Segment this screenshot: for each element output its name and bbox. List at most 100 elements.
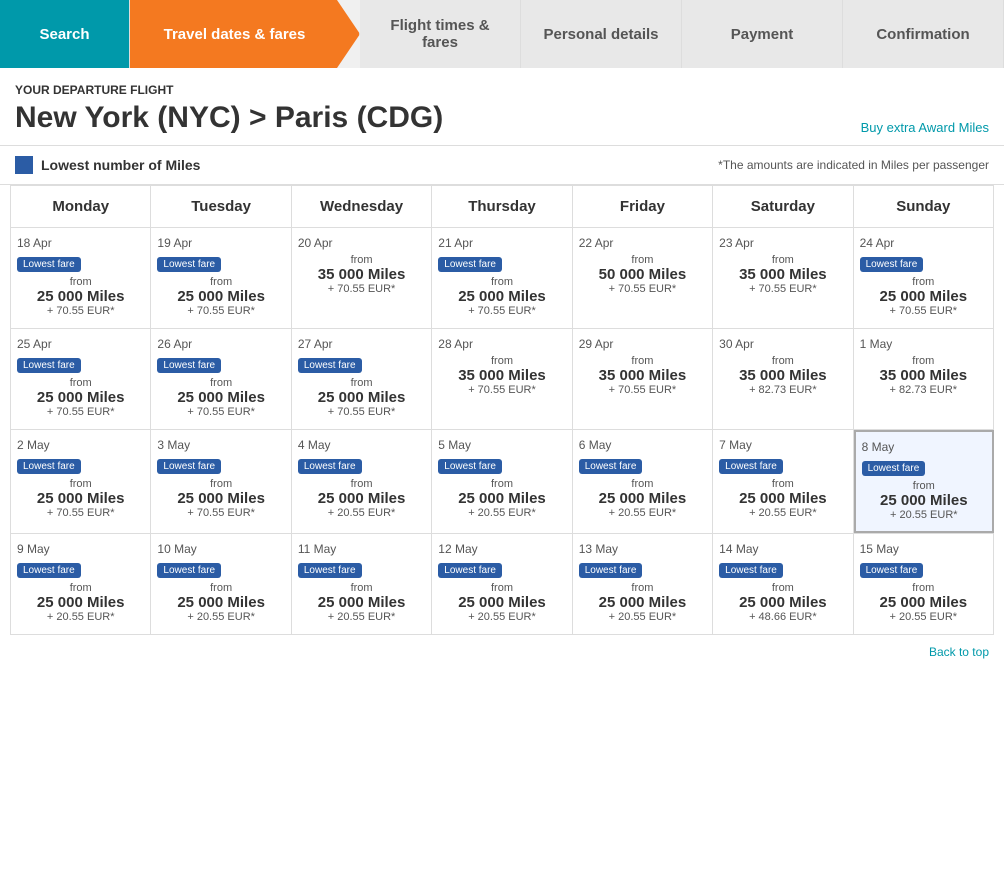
from-label: from	[17, 478, 144, 490]
calendar-row: 2 MayLowest farefrom25 000 Miles+ 70.55 …	[10, 430, 994, 534]
fare-badge: Lowest fare	[157, 358, 221, 373]
fare-badge: Lowest fare	[17, 257, 81, 272]
tab-confirmation[interactable]: Confirmation	[843, 0, 1004, 68]
from-label: from	[17, 582, 144, 594]
miles-value: 25 000 Miles	[157, 389, 284, 406]
tab-personal-label: Personal details	[543, 26, 658, 43]
day-header-friday: Friday	[573, 185, 713, 228]
eur-value: + 70.55 EUR*	[157, 507, 284, 519]
eur-value: + 20.55 EUR*	[438, 611, 565, 623]
fare-badge: Lowest fare	[862, 461, 926, 476]
from-label: from	[719, 582, 846, 594]
calendar-cell[interactable]: 23 Aprfrom35 000 Miles+ 70.55 EUR*	[713, 228, 853, 328]
calendar-cell[interactable]: 21 AprLowest farefrom25 000 Miles+ 70.55…	[432, 228, 572, 328]
eur-value: + 70.55 EUR*	[860, 305, 987, 317]
fare-badge: Lowest fare	[719, 459, 783, 474]
miles-value: 25 000 Miles	[862, 492, 986, 509]
date-label: 8 May	[862, 440, 986, 454]
date-label: 15 May	[860, 542, 987, 556]
calendar-cell[interactable]: 3 MayLowest farefrom25 000 Miles+ 70.55 …	[151, 430, 291, 533]
from-label: from	[157, 276, 284, 288]
buy-extra-link[interactable]: Buy extra Award Miles	[861, 120, 989, 135]
calendar-cell[interactable]: 9 MayLowest farefrom25 000 Miles+ 20.55 …	[11, 534, 151, 634]
calendar-cell[interactable]: 30 Aprfrom35 000 Miles+ 82.73 EUR*	[713, 329, 853, 429]
date-label: 3 May	[157, 438, 284, 452]
calendar-cell[interactable]: 20 Aprfrom35 000 Miles+ 70.55 EUR*	[292, 228, 432, 328]
calendar-cell[interactable]: 4 MayLowest farefrom25 000 Miles+ 20.55 …	[292, 430, 432, 533]
origin-city: New York	[15, 101, 157, 134]
calendar-cell[interactable]: 15 MayLowest farefrom25 000 Miles+ 20.55…	[854, 534, 994, 634]
tab-personal[interactable]: Personal details	[521, 0, 682, 68]
miles-value: 25 000 Miles	[298, 490, 425, 507]
calendar-cell[interactable]: 1 Mayfrom35 000 Miles+ 82.73 EUR*	[854, 329, 994, 429]
calendar-cell[interactable]: 7 MayLowest farefrom25 000 Miles+ 20.55 …	[713, 430, 853, 533]
back-to-top-link[interactable]: Back to top	[929, 645, 989, 659]
fare-badge: Lowest fare	[860, 257, 924, 272]
calendar-cell[interactable]: 18 AprLowest farefrom25 000 Miles+ 70.55…	[11, 228, 151, 328]
calendar-cell[interactable]: 2 MayLowest farefrom25 000 Miles+ 70.55 …	[11, 430, 151, 533]
fare-badge: Lowest fare	[860, 563, 924, 578]
calendar-cell[interactable]: 12 MayLowest farefrom25 000 Miles+ 20.55…	[432, 534, 572, 634]
calendar-cell[interactable]: 6 MayLowest farefrom25 000 Miles+ 20.55 …	[573, 430, 713, 533]
eur-value: + 20.55 EUR*	[298, 611, 425, 623]
from-label: from	[579, 254, 706, 266]
calendar-cell[interactable]: 25 AprLowest farefrom25 000 Miles+ 70.55…	[11, 329, 151, 429]
tab-payment[interactable]: Payment	[682, 0, 843, 68]
from-label: from	[860, 582, 987, 594]
calendar-cell[interactable]: 13 MayLowest farefrom25 000 Miles+ 20.55…	[573, 534, 713, 634]
from-label: from	[298, 254, 425, 266]
day-header-saturday: Saturday	[713, 185, 853, 228]
date-label: 29 Apr	[579, 337, 706, 351]
eur-value: + 70.55 EUR*	[157, 305, 284, 317]
from-label: from	[298, 478, 425, 490]
calendar-cell[interactable]: 24 AprLowest farefrom25 000 Miles+ 70.55…	[854, 228, 994, 328]
eur-value: + 20.55 EUR*	[579, 507, 706, 519]
nav-tabs: Search Travel dates & fares Flight times…	[0, 0, 1004, 68]
miles-value: 35 000 Miles	[579, 367, 706, 384]
calendar-cell[interactable]: 10 MayLowest farefrom25 000 Miles+ 20.55…	[151, 534, 291, 634]
miles-value: 25 000 Miles	[17, 288, 144, 305]
calendar-cell[interactable]: 19 AprLowest farefrom25 000 Miles+ 70.55…	[151, 228, 291, 328]
miles-value: 25 000 Miles	[719, 594, 846, 611]
eur-value: + 20.55 EUR*	[17, 611, 144, 623]
eur-value: + 70.55 EUR*	[579, 384, 706, 396]
route-info: YOUR DEPARTURE FLIGHT New York (NYC) > P…	[15, 83, 443, 135]
day-header-thursday: Thursday	[432, 185, 572, 228]
lowest-miles-label: Lowest number of Miles	[41, 157, 200, 173]
calendar-cell[interactable]: 26 AprLowest farefrom25 000 Miles+ 70.55…	[151, 329, 291, 429]
calendar-cell[interactable]: 11 MayLowest farefrom25 000 Miles+ 20.55…	[292, 534, 432, 634]
miles-value: 35 000 Miles	[719, 367, 846, 384]
from-label: from	[579, 582, 706, 594]
tab-search[interactable]: Search	[0, 0, 130, 68]
date-label: 14 May	[719, 542, 846, 556]
miles-value: 35 000 Miles	[438, 367, 565, 384]
fare-badge: Lowest fare	[157, 459, 221, 474]
eur-value: + 20.55 EUR*	[862, 509, 986, 521]
legend-row: Lowest number of Miles *The amounts are …	[0, 146, 1004, 185]
fare-badge: Lowest fare	[157, 257, 221, 272]
fare-badge: Lowest fare	[298, 459, 362, 474]
tab-flight-times[interactable]: Flight times & fares	[360, 0, 521, 68]
fare-badge: Lowest fare	[438, 459, 502, 474]
calendar-cell[interactable]: 29 Aprfrom35 000 Miles+ 70.55 EUR*	[573, 329, 713, 429]
date-label: 1 May	[860, 337, 987, 351]
date-label: 7 May	[719, 438, 846, 452]
tab-travel-dates[interactable]: Travel dates & fares	[130, 0, 360, 68]
calendar-cell[interactable]: 14 MayLowest farefrom25 000 Miles+ 48.66…	[713, 534, 853, 634]
eur-value: + 70.55 EUR*	[17, 507, 144, 519]
calendar-cell[interactable]: 27 AprLowest farefrom25 000 Miles+ 70.55…	[292, 329, 432, 429]
calendar-cell[interactable]: 8 MayLowest farefrom25 000 Miles+ 20.55 …	[854, 430, 994, 533]
fare-badge: Lowest fare	[17, 358, 81, 373]
miles-value: 25 000 Miles	[17, 594, 144, 611]
from-label: from	[157, 478, 284, 490]
eur-value: + 70.55 EUR*	[719, 283, 846, 295]
calendar-cell[interactable]: 5 MayLowest farefrom25 000 Miles+ 20.55 …	[432, 430, 572, 533]
calendar-cell[interactable]: 28 Aprfrom35 000 Miles+ 70.55 EUR*	[432, 329, 572, 429]
from-label: from	[860, 355, 987, 367]
calendar-cell[interactable]: 22 Aprfrom50 000 Miles+ 70.55 EUR*	[573, 228, 713, 328]
eur-value: + 82.73 EUR*	[860, 384, 987, 396]
from-label: from	[579, 478, 706, 490]
calendar: MondayTuesdayWednesdayThursdayFridaySatu…	[0, 185, 1004, 635]
dest-code: (CDG)	[357, 101, 444, 134]
miles-value: 25 000 Miles	[860, 288, 987, 305]
